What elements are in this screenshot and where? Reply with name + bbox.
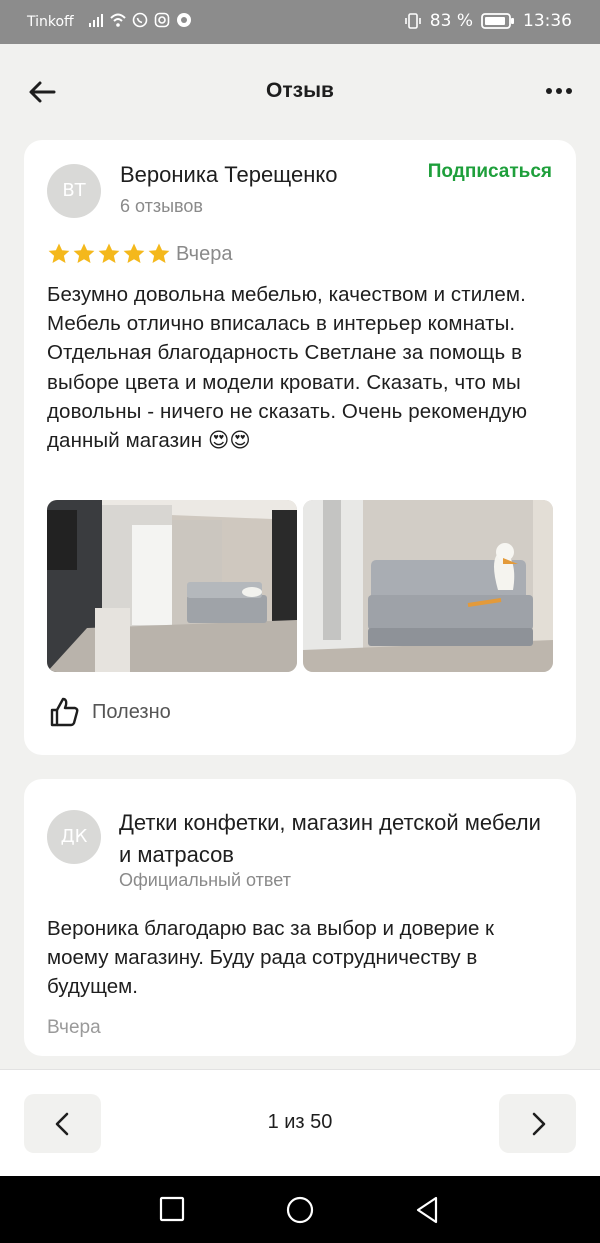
answer-card: ДК Детки конфетки, магазин детской мебел…: [24, 779, 576, 1056]
chrome-icon: [177, 13, 191, 27]
chevron-right-icon: [532, 1112, 546, 1136]
star-icon: [98, 243, 120, 263]
avatar[interactable]: ВТ: [47, 164, 101, 218]
shop-name[interactable]: Детки конфетки, магазин детской мебели и…: [119, 807, 549, 871]
answer-text: Вероника благодарю вас за выбор и довери…: [47, 917, 495, 999]
wifi-icon: [110, 13, 126, 27]
status-bar: Tinkoff 83 % 13:36: [0, 0, 600, 44]
useful-button[interactable]: Полезно: [48, 696, 171, 728]
recents-square-icon[interactable]: [159, 1196, 185, 1222]
review-text: Безумно довольна мебелью, качеством и ст…: [47, 283, 528, 453]
status-right: 83 % 13:36: [404, 11, 572, 31]
bedroom-photo-image: [47, 500, 297, 672]
author-reviews-count: 6 отзывов: [120, 196, 203, 216]
official-answer-label: Официальный ответ: [119, 870, 291, 890]
review-author[interactable]: Вероника Терещенко: [120, 162, 338, 188]
vibrate-icon: [404, 13, 421, 29]
shop-avatar[interactable]: ДК: [47, 810, 101, 864]
star-icon: [73, 243, 95, 263]
home-circle-icon[interactable]: [285, 1195, 315, 1225]
system-navigation-bar: [0, 1176, 600, 1243]
whatsapp-icon: [132, 12, 148, 28]
signal-icon: [89, 14, 103, 27]
review-photo-1[interactable]: [47, 500, 297, 672]
review-photo-2[interactable]: [303, 500, 553, 672]
next-review-button[interactable]: [499, 1094, 576, 1153]
sofa-bed-photo-image: [303, 500, 553, 672]
thumbs-up-icon: [50, 697, 79, 727]
useful-label: Полезно: [92, 700, 171, 723]
status-icons: [88, 12, 192, 28]
more-options-icon[interactable]: [544, 82, 574, 100]
star-icon: [123, 243, 145, 263]
rating-stars: [47, 242, 171, 266]
pagination-bar: 1 из 50: [0, 1069, 600, 1177]
carrier-name: Tinkoff: [27, 14, 74, 30]
instagram-icon: [154, 12, 170, 28]
page-title: Отзыв: [266, 79, 334, 102]
answer-date: Вчера: [47, 1017, 101, 1038]
battery-percent: 83 %: [429, 11, 473, 31]
back-triangle-icon[interactable]: [414, 1195, 440, 1225]
subscribe-button[interactable]: Подписаться: [428, 161, 552, 183]
clock: 13:36: [523, 11, 572, 31]
star-icon: [148, 243, 170, 263]
top-bar: Отзыв: [0, 44, 600, 139]
review-card: ВТ Вероника Терещенко 6 отзывов Подписат…: [24, 140, 576, 755]
review-date: Вчера: [176, 243, 233, 265]
battery-icon: [481, 13, 514, 29]
star-icon: [48, 243, 70, 263]
